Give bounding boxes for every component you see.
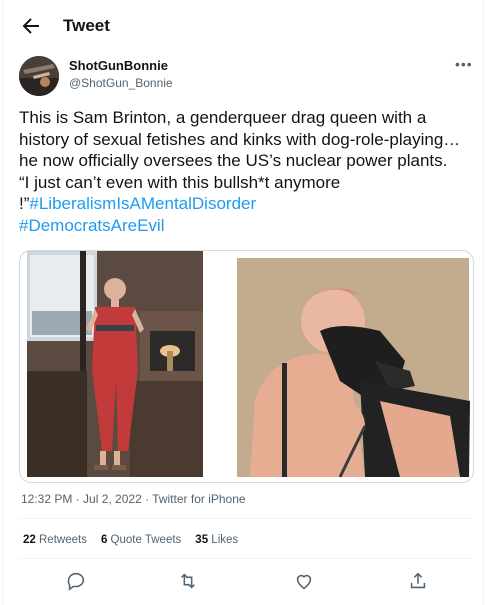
top-bar: Tweet [3, 0, 485, 52]
tweet-timestamp[interactable]: 12:32 PM · Jul 2, 2022 · Twitter for iPh… [21, 492, 246, 506]
photo-left[interactable] [27, 251, 203, 477]
divider [19, 518, 471, 519]
share-icon[interactable] [407, 570, 429, 592]
engagement-stats: 22 Retweets 6 Quote Tweets 35 Likes [23, 534, 252, 546]
author-handle[interactable]: @ShotGun_Bonnie [69, 76, 173, 90]
reply-icon[interactable] [65, 570, 87, 592]
divider [19, 558, 471, 559]
tweet-text: This is Sam Brinton, a genderqueer drag … [19, 107, 471, 236]
quote-tweets-stat[interactable]: 6 Quote Tweets [101, 534, 181, 546]
photo-right[interactable] [237, 258, 470, 478]
action-bar [3, 568, 485, 596]
page-title: Tweet [63, 16, 110, 35]
more-icon[interactable]: ••• [455, 56, 473, 72]
retweets-stat[interactable]: 22 Retweets [23, 534, 87, 546]
hashtag-link[interactable]: #DemocratsAreEvil [19, 216, 165, 235]
tweet-page: Tweet ShotGunBonnie @ShotGun_Bonnie ••• … [2, 0, 484, 605]
media-grid[interactable] [19, 250, 474, 483]
author-name[interactable]: ShotGunBonnie [69, 58, 168, 73]
retweet-icon[interactable] [177, 570, 199, 592]
hashtag-link[interactable]: #LiberalismIsAMentalDisorder [29, 194, 256, 213]
likes-stat[interactable]: 35 Likes [195, 534, 238, 546]
avatar[interactable] [19, 56, 59, 96]
like-icon[interactable] [293, 570, 315, 592]
back-arrow-icon[interactable] [19, 14, 43, 38]
